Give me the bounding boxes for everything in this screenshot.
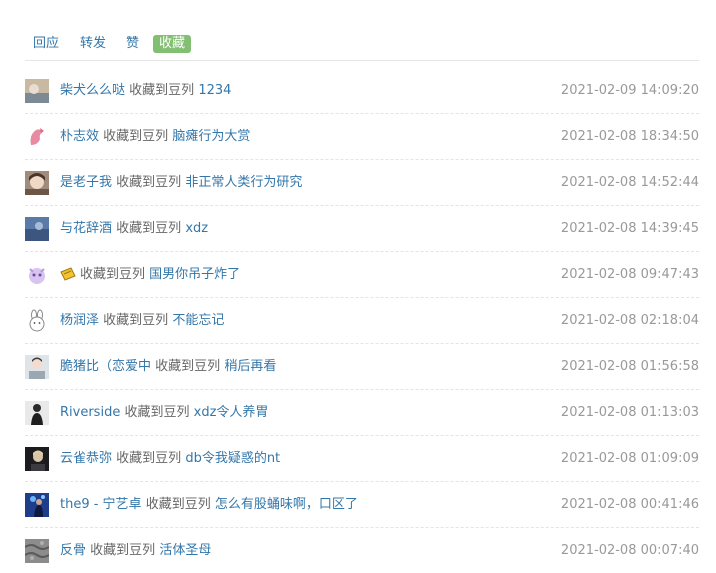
avatar-blue-photo-icon[interactable] — [25, 217, 49, 241]
doulist-link[interactable]: xdz — [185, 221, 208, 236]
tab-replies[interactable]: 回应 — [33, 35, 59, 53]
list-item: 脆猪比（恋爱中 收藏到豆列 稍后再看 2021-02-08 01:56:58 — [25, 344, 699, 390]
timestamp: 2021-02-08 01:09:09 — [560, 451, 699, 466]
action-text: 收藏到豆列 — [116, 221, 182, 236]
list-item: 收藏到豆列 国男你吊子炸了 2021-02-08 09:47:43 — [25, 252, 699, 298]
list-item: the9 - 宁艺卓 收藏到豆列 怎么有股蛹味啊，口区了 2021-02-08 … — [25, 482, 699, 528]
action-text: 收藏到豆列 — [116, 451, 182, 466]
list-item: 反骨 收藏到豆列 活体圣母 2021-02-08 00:07:40 — [25, 528, 699, 573]
list-item: 朴志效 收藏到豆列 脑瘫行为大赏 2021-02-08 18:34:50 — [25, 114, 699, 160]
user-link[interactable]: 杨润泽 — [60, 313, 99, 328]
action-text: 收藏到豆列 — [129, 83, 195, 98]
timestamp: 2021-02-08 00:07:40 — [560, 543, 699, 558]
action-text: 收藏到豆列 — [124, 405, 190, 420]
user-link[interactable]: the9 - 宁艺卓 — [60, 497, 142, 512]
item-text: Riverside 收藏到豆列 xdz令人养胃 — [60, 404, 268, 422]
timestamp: 2021-02-08 01:13:03 — [560, 405, 699, 420]
avatar-photo-icon[interactable] — [25, 79, 49, 103]
user-link[interactable]: 朴志效 — [60, 129, 99, 144]
doulist-link[interactable]: 非正常人类行为研究 — [185, 175, 302, 190]
timestamp: 2021-02-08 00:41:46 — [560, 497, 699, 512]
yellow-ticket-emoji-icon — [60, 267, 76, 287]
action-text: 收藏到豆列 — [155, 359, 221, 374]
doulist-link[interactable]: 不能忘记 — [172, 313, 224, 328]
avatar-person-photo-icon[interactable] — [25, 355, 49, 379]
user-link[interactable]: 云雀恭弥 — [60, 451, 112, 466]
avatar-dark-figure-icon[interactable] — [25, 401, 49, 425]
list-item: Riverside 收藏到豆列 xdz令人养胃 2021-02-08 01:13… — [25, 390, 699, 436]
doulist-link[interactable]: 1234 — [198, 83, 231, 98]
user-link[interactable]: Riverside — [60, 405, 120, 420]
timestamp: 2021-02-08 14:52:44 — [560, 175, 699, 190]
tab-likes[interactable]: 赞 — [126, 35, 139, 53]
avatar-pink-creature-icon[interactable] — [25, 125, 49, 149]
item-text: 柴犬么么哒 收藏到豆列 1234 — [60, 82, 231, 100]
list-item: 是老子我 收藏到豆列 非正常人类行为研究 2021-02-08 14:52:44 — [25, 160, 699, 206]
avatar-rabbit-icon[interactable] — [25, 309, 49, 333]
doulist-link[interactable]: 怎么有股蛹味啊，口区了 — [215, 497, 358, 512]
list-item: 与花辞酒 收藏到豆列 xdz 2021-02-08 14:39:45 — [25, 206, 699, 252]
timestamp: 2021-02-09 14:09:20 — [560, 83, 699, 98]
timestamp: 2021-02-08 18:34:50 — [560, 129, 699, 144]
doulist-link[interactable]: db令我疑惑的nt — [185, 451, 280, 466]
user-link[interactable]: 反骨 — [60, 543, 86, 558]
action-text: 收藏到豆列 — [145, 497, 211, 512]
avatar-night-photo-icon[interactable] — [25, 447, 49, 471]
list-item: 柴犬么么哒 收藏到豆列 1234 2021-02-09 14:09:20 — [25, 68, 699, 114]
doulist-link[interactable]: 脑瘫行为大赏 — [172, 129, 250, 144]
action-text: 收藏到豆列 — [116, 175, 182, 190]
item-text: 脆猪比（恋爱中 收藏到豆列 稍后再看 — [60, 358, 276, 376]
tab-collections[interactable]: 收藏 — [153, 35, 192, 53]
doulist-link[interactable]: 稍后再看 — [224, 359, 276, 374]
doulist-link[interactable]: 国男你吊子炸了 — [149, 267, 240, 282]
action-text: 收藏到豆列 — [103, 313, 169, 328]
tab-bar: 回应 转发 赞 收藏 — [25, 33, 699, 61]
avatar-blue-stage-icon[interactable] — [25, 493, 49, 517]
action-text: 收藏到豆列 — [90, 543, 156, 558]
user-link[interactable] — [60, 267, 80, 282]
list-item: 云雀恭弥 收藏到豆列 db令我疑惑的nt 2021-02-08 01:09:09 — [25, 436, 699, 482]
doulist-link[interactable]: 活体圣母 — [159, 543, 211, 558]
timestamp: 2021-02-08 02:18:04 — [560, 313, 699, 328]
user-link[interactable]: 是老子我 — [60, 175, 112, 190]
list-item: 杨润泽 收藏到豆列 不能忘记 2021-02-08 02:18:04 — [25, 298, 699, 344]
item-text: 云雀恭弥 收藏到豆列 db令我疑惑的nt — [60, 450, 280, 468]
user-link[interactable]: 柴犬么么哒 — [60, 83, 125, 98]
avatar-purple-cartoon-icon[interactable] — [25, 263, 49, 287]
collection-list: 柴犬么么哒 收藏到豆列 1234 2021-02-09 14:09:20 朴志效… — [25, 68, 699, 573]
item-text: 是老子我 收藏到豆列 非正常人类行为研究 — [60, 174, 302, 192]
item-text: 与花辞酒 收藏到豆列 xdz — [60, 220, 208, 238]
user-link[interactable]: 脆猪比（恋爱中 — [60, 359, 151, 374]
timestamp: 2021-02-08 14:39:45 — [560, 221, 699, 236]
doulist-link[interactable]: xdz令人养胃 — [194, 405, 269, 420]
tab-reshares[interactable]: 转发 — [80, 35, 106, 53]
item-text: 杨润泽 收藏到豆列 不能忘记 — [60, 312, 224, 330]
avatar-girl-portrait-icon[interactable] — [25, 171, 49, 195]
timestamp: 2021-02-08 09:47:43 — [560, 267, 699, 282]
action-text: 收藏到豆列 — [103, 129, 169, 144]
item-text: the9 - 宁艺卓 收藏到豆列 怎么有股蛹味啊，口区了 — [60, 496, 358, 514]
item-text: 反骨 收藏到豆列 活体圣母 — [60, 542, 211, 560]
item-text: 收藏到豆列 国男你吊子炸了 — [60, 266, 240, 287]
avatar-gray-texture-icon[interactable] — [25, 539, 49, 563]
timestamp: 2021-02-08 01:56:58 — [560, 359, 699, 374]
item-text: 朴志效 收藏到豆列 脑瘫行为大赏 — [60, 128, 250, 146]
user-link[interactable]: 与花辞酒 — [60, 221, 112, 236]
action-text: 收藏到豆列 — [80, 267, 146, 282]
